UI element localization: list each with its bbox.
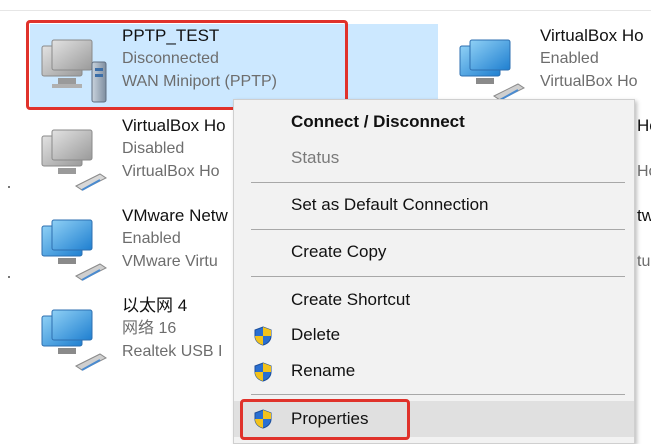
connection-name: VirtualBox Ho <box>540 26 644 45</box>
connection-item-vmware[interactable]: VMware Netw Enabled VMware Virtu <box>30 204 233 290</box>
connection-device: VMware Virtu <box>122 253 218 270</box>
partial-connection-name: tw <box>637 206 651 225</box>
partial-connection-device: tu <box>637 253 651 270</box>
connection-status: 网络 16 <box>122 320 177 337</box>
connection-device: Realtek USB I <box>122 343 223 360</box>
menu-item-delete[interactable]: Delete <box>234 319 634 351</box>
menu-item-label: Status <box>291 148 340 167</box>
menu-item-rename[interactable]: Rename <box>234 355 634 387</box>
connection-name: VMware Netw <box>122 206 228 225</box>
scroll-dot <box>8 276 10 278</box>
menu-item-label: Set as Default Connection <box>291 195 489 214</box>
connection-name: VirtualBox Ho <box>122 116 226 135</box>
connection-status: Enabled <box>540 50 599 67</box>
connection-status: Disconnected <box>122 50 219 67</box>
network-adapter-icon <box>41 219 107 281</box>
menu-item-label: Delete <box>291 325 341 344</box>
menu-item-properties[interactable]: Properties <box>234 401 634 437</box>
menu-separator <box>251 182 625 183</box>
connection-item-pptp-test[interactable]: PPTP_TEST Disconnected WAN Miniport (PPT… <box>30 24 438 110</box>
connection-device: VirtualBox Ho <box>122 163 220 180</box>
connection-status: Enabled <box>122 230 181 247</box>
connection-device: WAN Miniport (PPTP) <box>122 73 277 90</box>
connection-item-virtualbox-enabled[interactable]: VirtualBox Ho Enabled VirtualBox Ho <box>448 24 651 110</box>
menu-separator <box>251 229 625 230</box>
context-menu: Connect / Disconnect Status Set as Defau… <box>233 99 635 444</box>
menu-item-connect-disconnect[interactable]: Connect / Disconnect <box>234 106 634 138</box>
view-top-border <box>0 10 651 11</box>
connection-item-ethernet-4[interactable]: 以太网 4 网络 16 Realtek USB I <box>30 294 233 380</box>
connection-status: Disabled <box>122 140 185 157</box>
menu-item-set-default[interactable]: Set as Default Connection <box>234 189 634 221</box>
menu-item-label: Create Copy <box>291 242 387 261</box>
shield-icon <box>254 409 272 429</box>
shield-icon <box>254 362 272 382</box>
connection-name: 以太网 4 <box>122 296 188 315</box>
connection-item-virtualbox-disabled[interactable]: VirtualBox Ho Disabled VirtualBox Ho <box>30 114 233 200</box>
network-adapter-icon <box>41 129 107 191</box>
network-adapter-icon <box>41 309 107 371</box>
menu-item-create-copy[interactable]: Create Copy <box>234 236 634 268</box>
network-adapter-icon <box>459 39 525 101</box>
partial-connection-device: Ho <box>637 163 651 180</box>
menu-item-label: Create Shortcut <box>291 290 411 309</box>
menu-item-status[interactable]: Status <box>234 142 634 174</box>
partial-connection-name: Ho <box>637 116 651 135</box>
connection-device: VirtualBox Ho <box>540 73 638 90</box>
shield-icon <box>254 326 272 346</box>
connection-name: PPTP_TEST <box>122 26 220 45</box>
network-adapter-icon <box>41 39 107 103</box>
menu-item-label: Properties <box>291 409 369 428</box>
menu-item-label: Connect / Disconnect <box>291 112 465 131</box>
scroll-dot <box>8 186 10 188</box>
menu-item-label: Rename <box>291 361 356 380</box>
menu-separator <box>251 276 625 277</box>
menu-separator <box>251 394 625 395</box>
menu-item-create-shortcut[interactable]: Create Shortcut <box>234 284 634 316</box>
